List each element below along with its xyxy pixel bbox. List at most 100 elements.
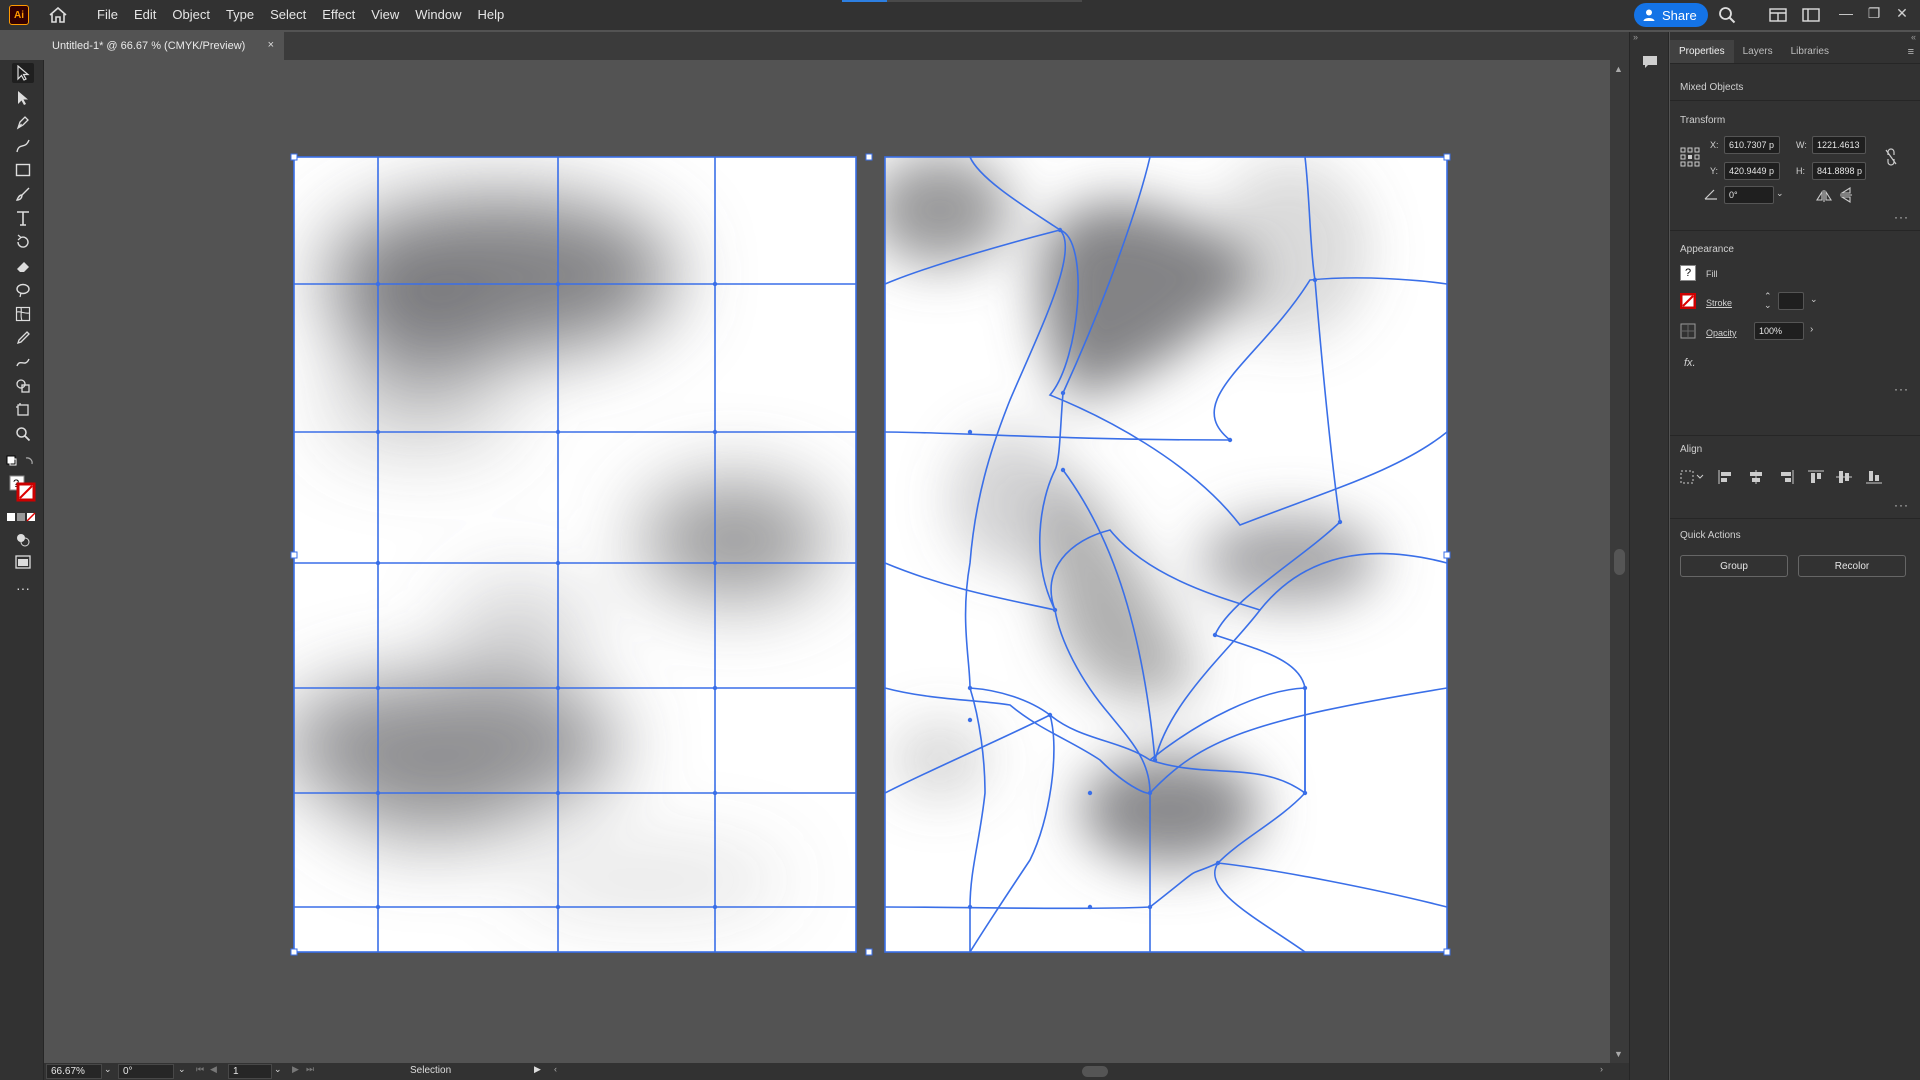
tab-properties[interactable]: Properties [1670, 40, 1734, 63]
workspace-switcher-icon[interactable] [1800, 4, 1822, 26]
artboard-tool-icon[interactable] [12, 400, 34, 420]
zoom-field[interactable]: 66.67% [46, 1064, 102, 1079]
stroke-swatch[interactable] [1679, 292, 1697, 314]
height-field[interactable]: 841.8898 p [1812, 162, 1866, 180]
panel-menu-icon[interactable]: ≡ [1908, 40, 1920, 63]
zoom-tool-icon[interactable] [12, 424, 34, 444]
edit-toolbar-icon[interactable]: ··· [12, 578, 34, 598]
reference-point-icon[interactable] [1680, 147, 1700, 172]
y-field[interactable]: 420.9449 p [1724, 162, 1780, 180]
status-menu-icon[interactable]: ▶ [534, 1064, 541, 1075]
type-tool-icon[interactable] [12, 208, 34, 228]
prev-artboard-icon[interactable]: ◀ [210, 1064, 217, 1075]
w-label: W: [1796, 140, 1807, 150]
x-field[interactable]: 610.7307 p [1724, 136, 1780, 154]
align-top-icon[interactable] [1808, 470, 1824, 489]
comments-icon[interactable] [1640, 52, 1660, 72]
align-left-icon[interactable] [1718, 470, 1734, 489]
align-to-selection-icon[interactable] [1680, 470, 1704, 489]
shape-builder-tool-icon[interactable] [12, 376, 34, 396]
fill-swatch[interactable]: ? [1680, 265, 1696, 281]
tab-layers[interactable]: Layers [1734, 40, 1782, 63]
default-colors-icon[interactable] [6, 452, 36, 472]
color-mode-icons[interactable] [6, 510, 36, 524]
align-more-options-icon[interactable]: ··· [1894, 498, 1909, 512]
vertical-scroll-thumb[interactable] [1614, 549, 1625, 575]
restore-icon[interactable]: ❐ [1862, 2, 1886, 24]
rectangle-tool-icon[interactable] [12, 160, 34, 180]
fx-icon[interactable]: fx. [1684, 357, 1696, 369]
artboard-number-field[interactable]: 1 [228, 1064, 272, 1079]
search-icon[interactable] [1716, 4, 1738, 26]
artboard-dropdown-icon[interactable]: ⌄ [274, 1064, 282, 1075]
rotate-tool-icon[interactable] [12, 232, 34, 252]
flip-horizontal-icon[interactable] [1816, 189, 1832, 207]
close-tab-icon[interactable]: × [268, 39, 274, 51]
width-field[interactable]: 1221.4613 [1812, 136, 1866, 154]
angle-field[interactable]: 0° [1724, 186, 1774, 204]
menu-type[interactable]: Type [218, 0, 262, 30]
align-vertical-center-icon[interactable] [1836, 470, 1852, 489]
vertical-scrollbar[interactable]: ▲ ▼ [1610, 60, 1629, 1063]
menu-select[interactable]: Select [262, 0, 314, 30]
eyedropper-tool-icon[interactable] [12, 328, 34, 348]
fill-stroke-swatch[interactable]: ? [8, 474, 38, 506]
scroll-down-icon[interactable]: ▼ [1614, 1049, 1623, 1059]
opacity-field[interactable]: 100% [1754, 322, 1804, 340]
align-right-icon[interactable] [1778, 470, 1794, 489]
rotation-dropdown-icon[interactable]: ⌄ [178, 1064, 186, 1075]
align-bottom-icon[interactable] [1866, 470, 1882, 489]
direct-selection-tool-icon[interactable] [12, 88, 34, 108]
screen-mode-icon[interactable] [12, 552, 34, 572]
menu-file[interactable]: File [89, 0, 126, 30]
scroll-left-icon[interactable]: ‹ [554, 1064, 557, 1074]
constrain-proportions-icon[interactable] [1884, 148, 1898, 171]
stroke-weight-dropdown-icon[interactable]: ⌄ [1810, 294, 1818, 305]
flip-vertical-icon[interactable] [1840, 187, 1852, 208]
canvas[interactable] [44, 60, 1610, 1063]
menu-edit[interactable]: Edit [126, 0, 164, 30]
recolor-button[interactable]: Recolor [1798, 555, 1906, 577]
group-button[interactable]: Group [1680, 555, 1788, 577]
collapse-dock-icon[interactable]: » [1633, 32, 1638, 42]
scroll-right-icon[interactable]: › [1600, 1064, 1603, 1074]
blend-tool-icon[interactable] [12, 352, 34, 372]
align-horizontal-center-icon[interactable] [1748, 470, 1764, 489]
arrange-documents-icon[interactable] [1767, 4, 1789, 26]
stroke-weight-field[interactable] [1778, 292, 1804, 310]
pen-tool-icon[interactable] [12, 112, 34, 132]
zoom-dropdown-icon[interactable]: ⌄ [104, 1064, 112, 1075]
share-button[interactable]: Share [1634, 3, 1708, 27]
first-artboard-icon[interactable]: ⏮ [196, 1064, 204, 1075]
next-artboard-icon[interactable]: ▶ [292, 1064, 299, 1075]
horizontal-scroll-thumb[interactable] [1082, 1066, 1108, 1077]
selection-tool-icon[interactable] [12, 63, 34, 83]
tab-libraries[interactable]: Libraries [1782, 40, 1838, 63]
menu-effect[interactable]: Effect [314, 0, 363, 30]
scroll-up-icon[interactable]: ▲ [1614, 64, 1623, 74]
stroke-weight-stepper[interactable]: ⌃ ⌄ [1764, 292, 1772, 310]
close-window-icon[interactable]: ✕ [1890, 2, 1914, 24]
lasso-tool-icon[interactable] [12, 280, 34, 300]
drawing-mode-icon[interactable] [12, 530, 34, 550]
transform-heading: Transform [1680, 115, 1726, 126]
mesh-tool-icon[interactable] [12, 304, 34, 324]
menu-help[interactable]: Help [469, 0, 512, 30]
appearance-more-options-icon[interactable]: ··· [1894, 382, 1909, 396]
paintbrush-tool-icon[interactable] [12, 184, 34, 204]
angle-dropdown-icon[interactable]: ⌄ [1776, 188, 1784, 199]
menu-view[interactable]: View [363, 0, 407, 30]
menu-window[interactable]: Window [407, 0, 469, 30]
minimize-icon[interactable]: — [1834, 2, 1858, 24]
eraser-tool-icon[interactable] [12, 256, 34, 276]
transform-more-options-icon[interactable]: ··· [1894, 210, 1909, 224]
stroke-label[interactable]: Stroke [1706, 298, 1732, 308]
opacity-expand-icon[interactable]: › [1810, 324, 1813, 335]
opacity-label[interactable]: Opacity [1706, 328, 1737, 338]
curvature-tool-icon[interactable] [12, 136, 34, 156]
document-tab[interactable]: Untitled-1* @ 66.67 % (CMYK/Preview) × [44, 32, 284, 60]
home-icon[interactable] [47, 4, 69, 26]
menu-object[interactable]: Object [164, 0, 218, 30]
rotation-field[interactable]: 0° [118, 1064, 174, 1079]
last-artboard-icon[interactable]: ⏭ [306, 1064, 314, 1075]
